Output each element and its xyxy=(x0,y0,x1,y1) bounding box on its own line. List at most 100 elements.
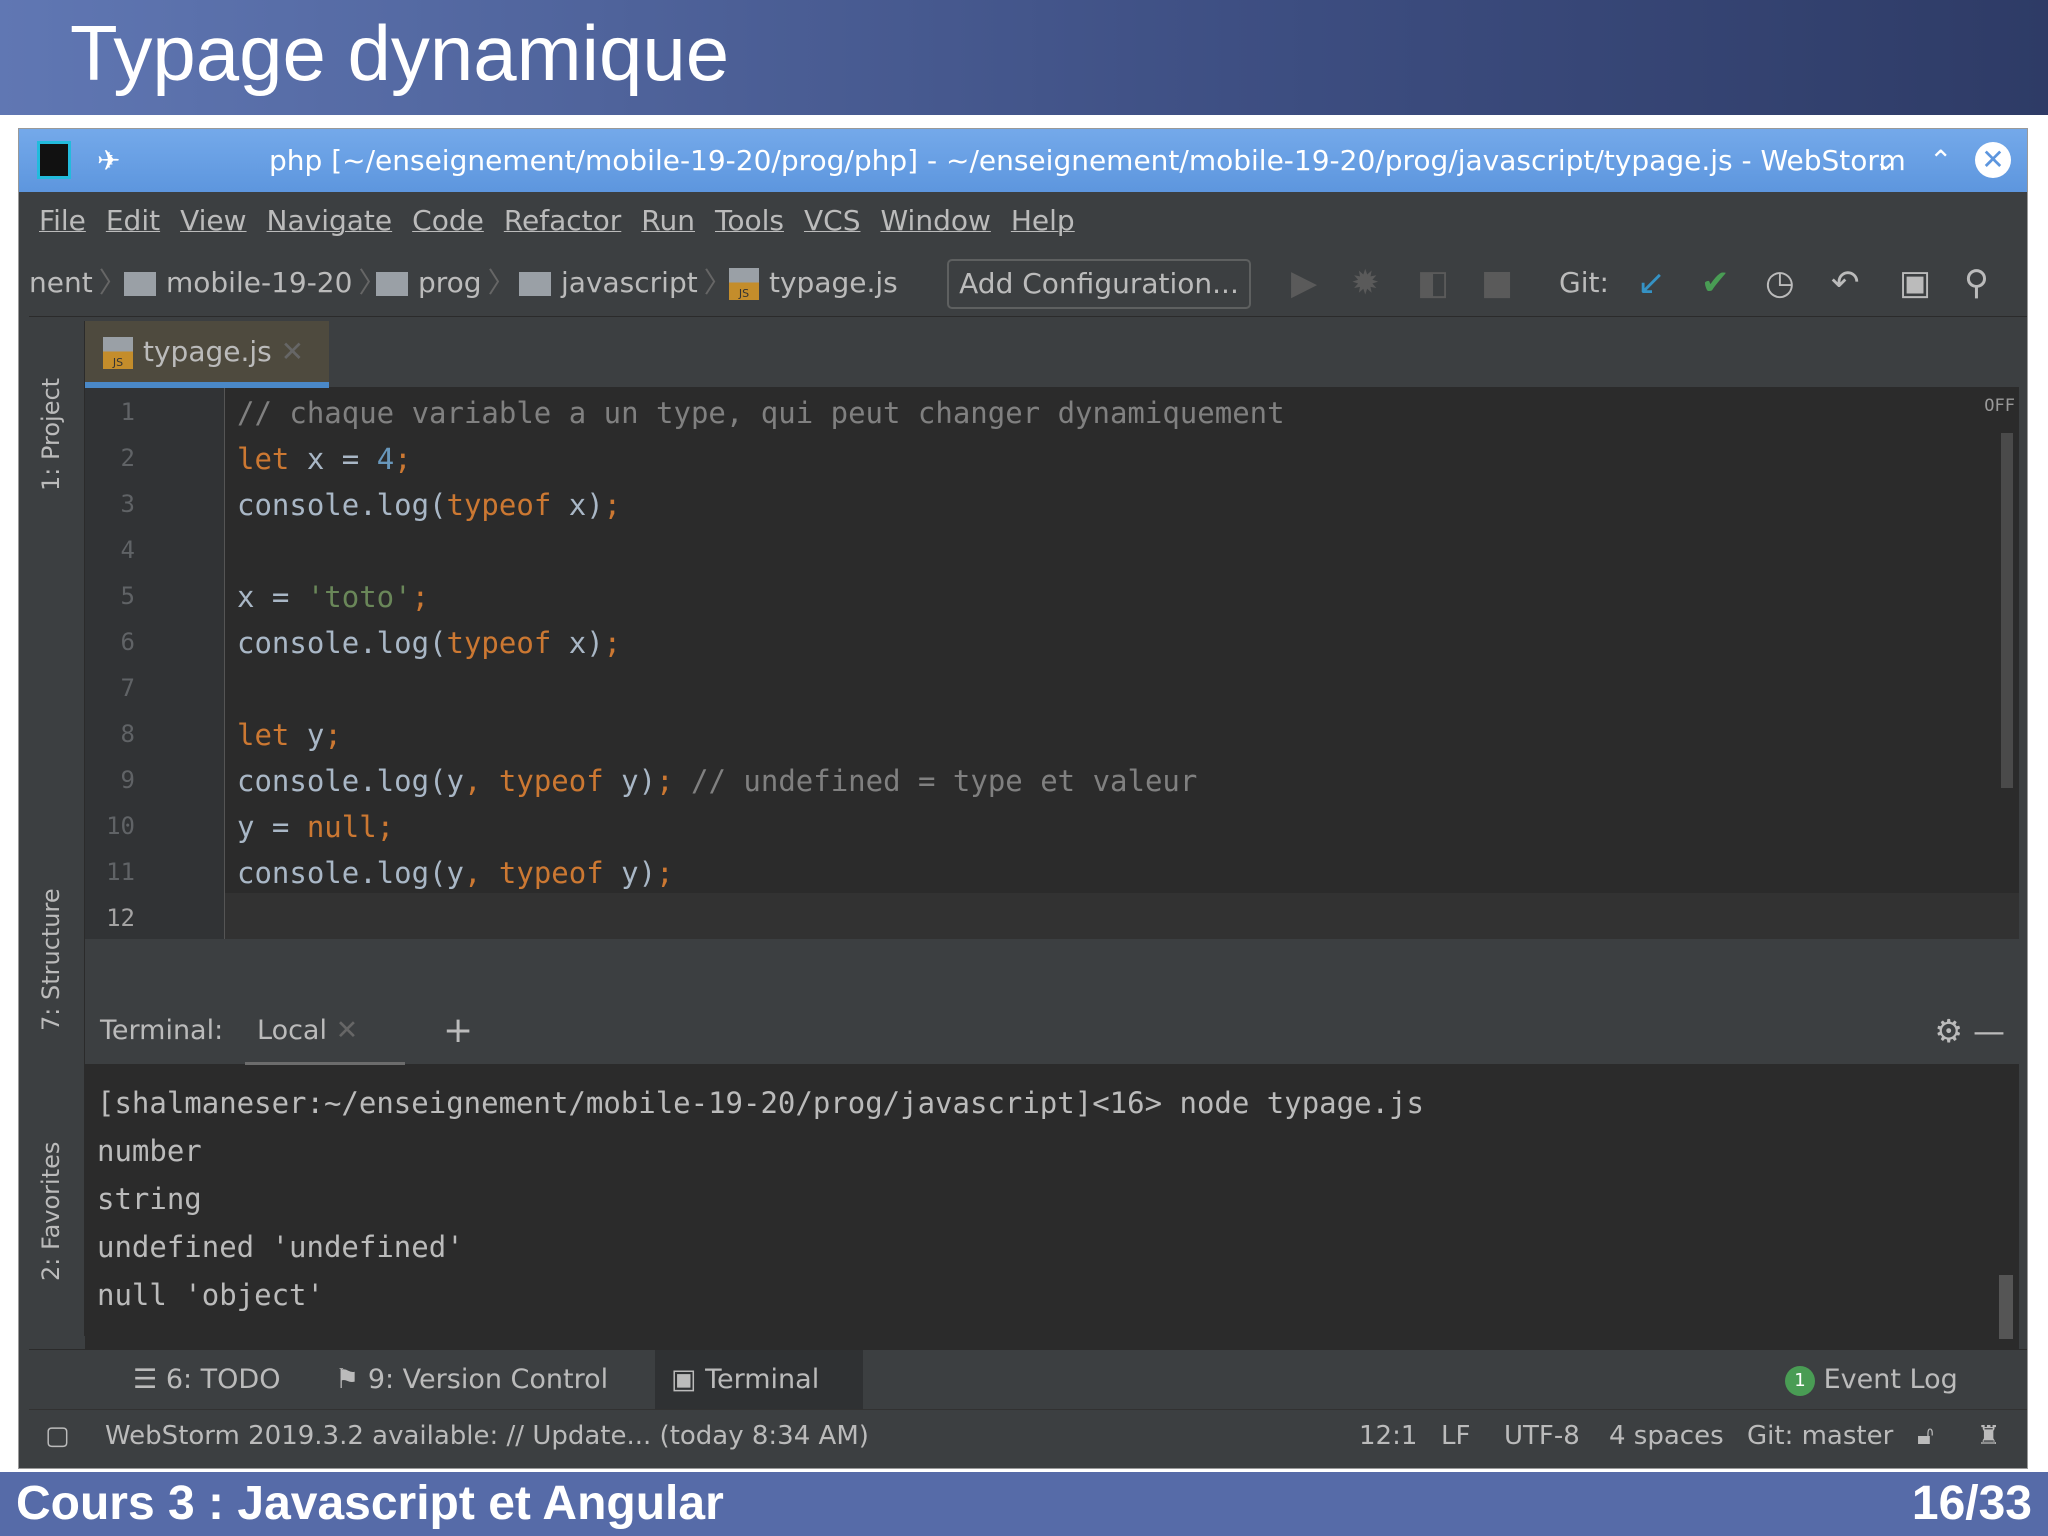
terminal-icon: ▣ xyxy=(671,1364,697,1395)
menu-refactor[interactable]: Refactor xyxy=(504,204,621,237)
menu-edit[interactable]: Edit xyxy=(106,204,160,237)
terminal-line: null 'object' xyxy=(97,1278,324,1312)
version-control-tool-button[interactable]: ⚑ 9: Version Control xyxy=(319,1350,624,1410)
slide-footer: Cours 3 : Javascript et Angular 16/33 xyxy=(0,1472,2048,1536)
line-number: 3 xyxy=(120,490,135,518)
breadcrumb-item[interactable]: javascript 〉 xyxy=(519,249,738,317)
event-count-badge: 1 xyxy=(1785,1365,1815,1396)
webstorm-window: ✈ php [~/enseignement/mobile-19-20/prog/… xyxy=(18,128,2028,1469)
terminal-tab-local[interactable]: Local ✕ xyxy=(245,1000,405,1067)
favorites-tool-button[interactable]: 2: Favorites xyxy=(37,1142,65,1281)
editor-scrollbar[interactable] xyxy=(2001,433,2013,788)
line-number: 5 xyxy=(120,582,135,610)
breadcrumb-item[interactable]: prog 〉 xyxy=(376,249,522,317)
terminal-line: string xyxy=(97,1182,202,1216)
slide-title: Typage dynamique xyxy=(70,9,730,97)
code-editor[interactable]: 1 2 3 4 5 6 7 8 9 10 11 12 OFF // chaque variable a… xyxy=(85,388,2019,939)
debug-icon[interactable]: ✹ xyxy=(1351,249,1380,317)
lock-icon[interactable]: 🔓︎ xyxy=(1917,1410,1934,1462)
close-tab-icon[interactable]: ✕ xyxy=(336,1015,359,1046)
course-title: Cours 3 : Javascript et Angular xyxy=(16,1477,724,1530)
left-tool-strip: 1: Project 7: Structure 2: Favorites xyxy=(29,321,85,1336)
slide-header: Typage dynamique xyxy=(0,0,2048,115)
terminal-output[interactable]: [shalmaneser:~/enseignement/mobile-19-20… xyxy=(85,1065,2019,1349)
menu-run[interactable]: Run xyxy=(641,204,695,237)
breadcrumb-item[interactable]: nent 〉 xyxy=(29,249,133,317)
title-bar: ✈ php [~/enseignement/mobile-19-20/prog/… xyxy=(19,129,2027,192)
navigation-bar: nent 〉 mobile-19-20 〉 prog 〉 javascript 〉 JS… xyxy=(29,249,2027,317)
menu-code[interactable]: Code xyxy=(412,204,484,237)
menu-view[interactable]: View xyxy=(180,204,246,237)
tab-typage-js[interactable]: JS typage.js ✕ xyxy=(85,321,329,388)
menu-window[interactable]: Window xyxy=(880,204,990,237)
breadcrumb-item[interactable]: JS typage.js xyxy=(729,249,898,317)
run-icon[interactable]: ▶ xyxy=(1291,249,1317,317)
line-number: 1 xyxy=(120,398,135,426)
hide-icon[interactable]: — xyxy=(1973,1000,2005,1062)
line-number: 12 xyxy=(106,904,135,932)
line-separator[interactable]: LF xyxy=(1441,1410,1470,1462)
stop-icon[interactable]: ■ xyxy=(1481,249,1513,317)
git-commit-icon[interactable]: ✔ xyxy=(1701,249,1730,317)
menu-vcs[interactable]: VCS xyxy=(804,204,860,237)
code-content: // chaque variable a un type, qui peut c… xyxy=(237,396,1285,890)
menu-help[interactable]: Help xyxy=(1011,204,1075,237)
settings-icon[interactable]: ⚙ xyxy=(1934,1000,1963,1062)
webstorm-logo-icon xyxy=(37,141,71,179)
folder-icon xyxy=(124,272,156,296)
line-number: 8 xyxy=(120,720,135,748)
close-tab-icon[interactable]: ✕ xyxy=(281,335,304,368)
git-update-icon[interactable]: ↙ xyxy=(1637,249,1666,317)
tool-window-bar: ☰ 6: TODO ⚑ 9: Version Control ▣ Termina… xyxy=(29,1349,2027,1410)
coverage-icon[interactable]: ◧ xyxy=(1417,249,1449,317)
terminal-header: Terminal: Local ✕ + ⚙ — xyxy=(85,1000,2019,1067)
inspection-toggle[interactable]: OFF xyxy=(1984,396,2015,416)
new-terminal-icon[interactable]: + xyxy=(443,1000,473,1062)
vcs-icon: ⚑ xyxy=(335,1364,360,1395)
status-message[interactable]: WebStorm 2019.3.2 available: // Update..… xyxy=(105,1410,869,1462)
menu-navigate[interactable]: Navigate xyxy=(267,204,393,237)
terminal-line: [shalmaneser:~/enseignement/mobile-19-20… xyxy=(97,1086,1424,1120)
history-icon[interactable]: ◷ xyxy=(1765,249,1795,317)
line-number: 4 xyxy=(120,536,135,564)
rollback-icon[interactable]: ↶ xyxy=(1831,249,1860,317)
terminal-line: undefined 'undefined' xyxy=(97,1230,464,1264)
terminal-scrollbar[interactable] xyxy=(1999,1275,2013,1339)
structure-tool-button[interactable]: 7: Structure xyxy=(37,888,65,1031)
line-number: 11 xyxy=(106,858,135,886)
menu-tools[interactable]: Tools xyxy=(715,204,784,237)
todo-tool-button[interactable]: ☰ 6: TODO xyxy=(117,1350,296,1410)
editor-tabs: JS typage.js ✕ xyxy=(85,321,2019,388)
project-tool-button[interactable]: 1: Project xyxy=(37,378,65,491)
js-file-icon: JS xyxy=(103,337,133,369)
git-branch[interactable]: Git: master xyxy=(1747,1410,1893,1462)
maximize-icon[interactable]: ⌃ xyxy=(1929,129,1952,192)
list-icon: ☰ xyxy=(133,1364,158,1395)
file-encoding[interactable]: UTF-8 xyxy=(1504,1410,1580,1462)
toggle-tool-windows-icon[interactable]: ▢ xyxy=(45,1410,70,1462)
close-icon[interactable]: ✕ xyxy=(1975,142,2011,178)
caret-position[interactable]: 12:1 xyxy=(1359,1410,1417,1462)
line-number: 10 xyxy=(106,812,135,840)
indent-setting[interactable]: 4 spaces xyxy=(1609,1410,1724,1462)
run-anything-icon[interactable]: ▣ xyxy=(1899,249,1931,317)
search-icon[interactable]: ⚲ xyxy=(1964,249,1989,317)
menu-bar: File Edit View Navigate Code Refactor Run Tools… xyxy=(29,192,2027,249)
terminal-line: number xyxy=(97,1134,202,1168)
window-title: php [~/enseignement/mobile-19-20/prog/ph… xyxy=(269,144,1906,177)
pin-icon[interactable]: ✈ xyxy=(97,129,120,192)
breadcrumb-item[interactable]: mobile-19-20 〉 xyxy=(124,249,392,317)
line-number: 9 xyxy=(120,766,135,794)
event-log-button[interactable]: 1 Event Log xyxy=(1769,1350,1974,1410)
terminal-label: Terminal: xyxy=(100,1015,224,1046)
js-file-icon: JS xyxy=(729,268,759,300)
terminal-tool-button[interactable]: ▣ Terminal xyxy=(655,1350,863,1410)
folder-icon xyxy=(376,272,408,296)
editor-spacer xyxy=(85,939,2019,1000)
inspector-icon[interactable]: ♜ xyxy=(1977,1410,2000,1462)
line-number: 6 xyxy=(120,628,135,656)
add-configuration-button[interactable]: Add Configuration... xyxy=(947,259,1251,309)
menu-file[interactable]: File xyxy=(39,204,86,237)
minimize-icon[interactable]: ⌄ xyxy=(1874,129,1897,192)
git-label: Git: xyxy=(1559,266,1609,299)
